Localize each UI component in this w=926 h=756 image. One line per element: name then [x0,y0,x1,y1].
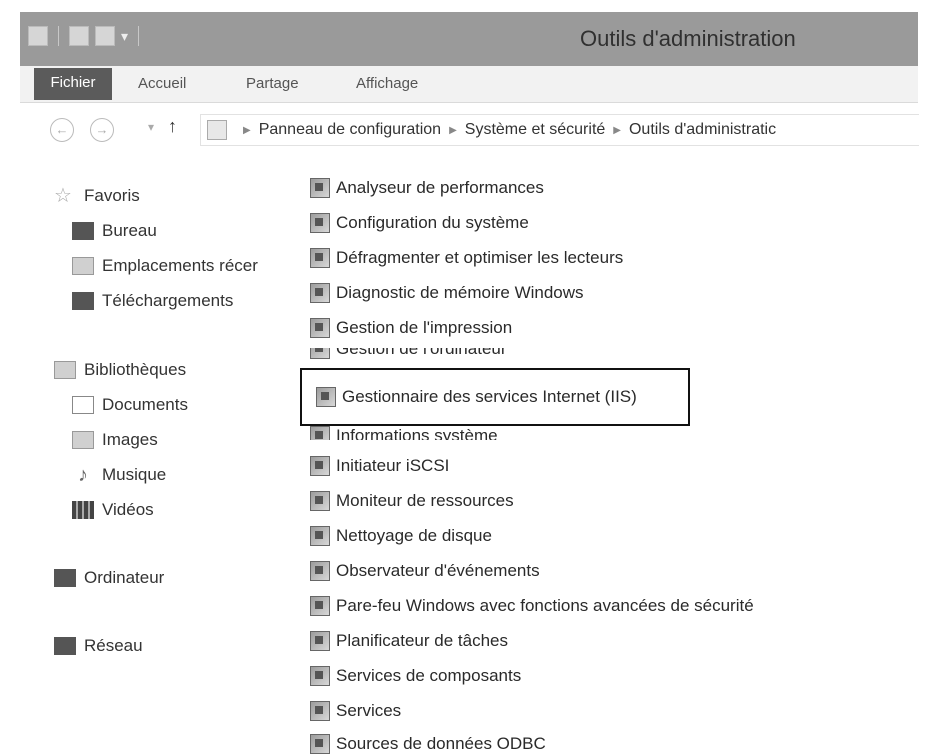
downloads-icon [72,292,94,310]
list-item[interactable]: Analyseur de performances [310,178,544,198]
tab-fichier[interactable]: Fichier [34,68,112,100]
sidebar-item-label: Emplacements récer [102,256,258,275]
sidebar-item-label: Vidéos [102,500,154,519]
list-item[interactable]: Diagnostic de mémoire Windows [310,283,584,303]
computer-management-icon [310,348,330,359]
sidebar-item-musique[interactable]: ♪ Musique [72,465,166,485]
sidebar-item-bureau[interactable]: Bureau [72,221,157,241]
toolbar-divider [138,26,140,46]
tab-affichage[interactable]: Affichage [356,66,418,102]
star-icon: ☆ [54,186,72,206]
title-bar: ▾ Outils d'administration [20,12,918,66]
network-icon [54,637,76,655]
up-arrow-icon[interactable]: ↑ [168,116,177,137]
breadcrumb[interactable]: ▶ Panneau de configuration ▶ Système et … [200,114,919,146]
new-folder-icon[interactable] [95,26,115,46]
properties-icon[interactable] [69,26,89,46]
desktop-icon [72,222,94,240]
sidebar-item-videos[interactable]: Vidéos [72,500,154,520]
sidebar-item-label: Favoris [84,186,140,205]
disk-cleanup-icon [310,526,330,546]
videos-icon [72,501,94,519]
iis-manager-icon [316,387,336,407]
breadcrumb-item[interactable]: Système et sécurité [465,121,606,139]
quick-access-toolbar: ▾ [28,26,143,46]
sidebar-item-label: Bibliothèques [84,360,187,379]
sidebar-item-label: Musique [102,465,167,484]
list-item[interactable]: Sources de données ODBC [310,734,546,754]
sidebar-item-label: Documents [102,395,188,414]
system-configuration-icon [310,213,330,233]
tab-partage[interactable]: Partage [246,66,299,102]
services-icon [310,701,330,721]
back-arrow-icon[interactable]: ← [50,118,74,142]
sidebar-item-label: Ordinateur [84,568,165,587]
performance-monitor-icon [310,178,330,198]
task-scheduler-icon [310,631,330,651]
computer-icon [54,569,76,587]
system-information-icon [310,426,330,440]
memory-diagnostic-icon [310,283,330,303]
defragment-icon [310,248,330,268]
recent-places-icon [72,257,94,275]
sidebar-item-label: Téléchargements [102,291,234,310]
list-item[interactable]: Défragmenter et optimiser les lecteurs [310,248,623,268]
sidebar-item-emplacements[interactable]: Emplacements récer [72,256,290,276]
odbc-data-sources-icon [310,734,330,754]
breadcrumb-separator-icon[interactable]: ▶ [449,125,457,136]
images-icon [72,431,94,449]
recent-locations-icon[interactable]: ▾ [148,120,154,134]
list-item[interactable]: Observateur d'événements [310,561,540,581]
customize-toolbar-icon[interactable]: ▾ [121,28,128,45]
list-item[interactable]: Configuration du système [310,213,529,233]
folder-icon[interactable] [28,26,48,46]
sidebar-item-label: Bureau [102,221,157,240]
list-item[interactable]: Moniteur de ressources [310,491,514,511]
breadcrumb-separator-icon[interactable]: ▶ [243,125,251,136]
list-item[interactable]: Gestion de l'ordinateur [310,348,507,359]
tab-accueil[interactable]: Accueil [138,66,186,102]
list-item-highlighted[interactable]: Gestionnaire des services Internet (IIS) [316,387,637,407]
breadcrumb-item[interactable]: Panneau de configuration [259,121,441,139]
sidebar-item-ordinateur[interactable]: Ordinateur [54,568,164,588]
list-item[interactable]: Services de composants [310,666,521,686]
libraries-icon [54,361,76,379]
control-panel-icon [207,120,227,140]
event-viewer-icon [310,561,330,581]
forward-arrow-icon[interactable]: → [90,118,114,142]
list-item[interactable]: Initiateur iSCSI [310,456,449,476]
print-management-icon [310,318,330,338]
iscsi-initiator-icon [310,456,330,476]
list-item[interactable]: Services [310,701,401,721]
firewall-icon [310,596,330,616]
sidebar-item-favoris[interactable]: ☆ Favoris [54,186,140,206]
sidebar-item-label: Réseau [84,636,143,655]
component-services-icon [310,666,330,686]
list-item[interactable]: Informations système [310,426,498,440]
toolbar-divider [58,26,59,46]
resource-monitor-icon [310,491,330,511]
list-item[interactable]: Gestion de l'impression [310,318,512,338]
sidebar-item-label: Images [102,430,158,449]
breadcrumb-item[interactable]: Outils d'administratic [629,121,776,139]
sidebar-item-bibliotheques[interactable]: Bibliothèques [54,360,186,380]
sidebar-item-documents[interactable]: Documents [72,395,188,415]
navigation-pane: ☆ Favoris Bureau Emplacements récer Télé… [20,170,290,756]
list-item[interactable]: Pare-feu Windows avec fonctions avancées… [310,596,754,616]
address-bar: ← → ▾ ↑ ▶ Panneau de configuration ▶ Sys… [20,108,919,152]
breadcrumb-separator-icon[interactable]: ▶ [613,125,621,136]
ribbon-tabs: Fichier Accueil Partage Affichage [20,66,918,103]
window-title: Outils d'administration [580,26,796,51]
music-icon: ♪ [78,465,88,485]
documents-icon [72,396,94,414]
list-item[interactable]: Nettoyage de disque [310,526,492,546]
list-item[interactable]: Planificateur de tâches [310,631,508,651]
sidebar-item-reseau[interactable]: Réseau [54,636,143,656]
sidebar-item-telechargements[interactable]: Téléchargements [72,291,233,311]
sidebar-item-images[interactable]: Images [72,430,158,450]
